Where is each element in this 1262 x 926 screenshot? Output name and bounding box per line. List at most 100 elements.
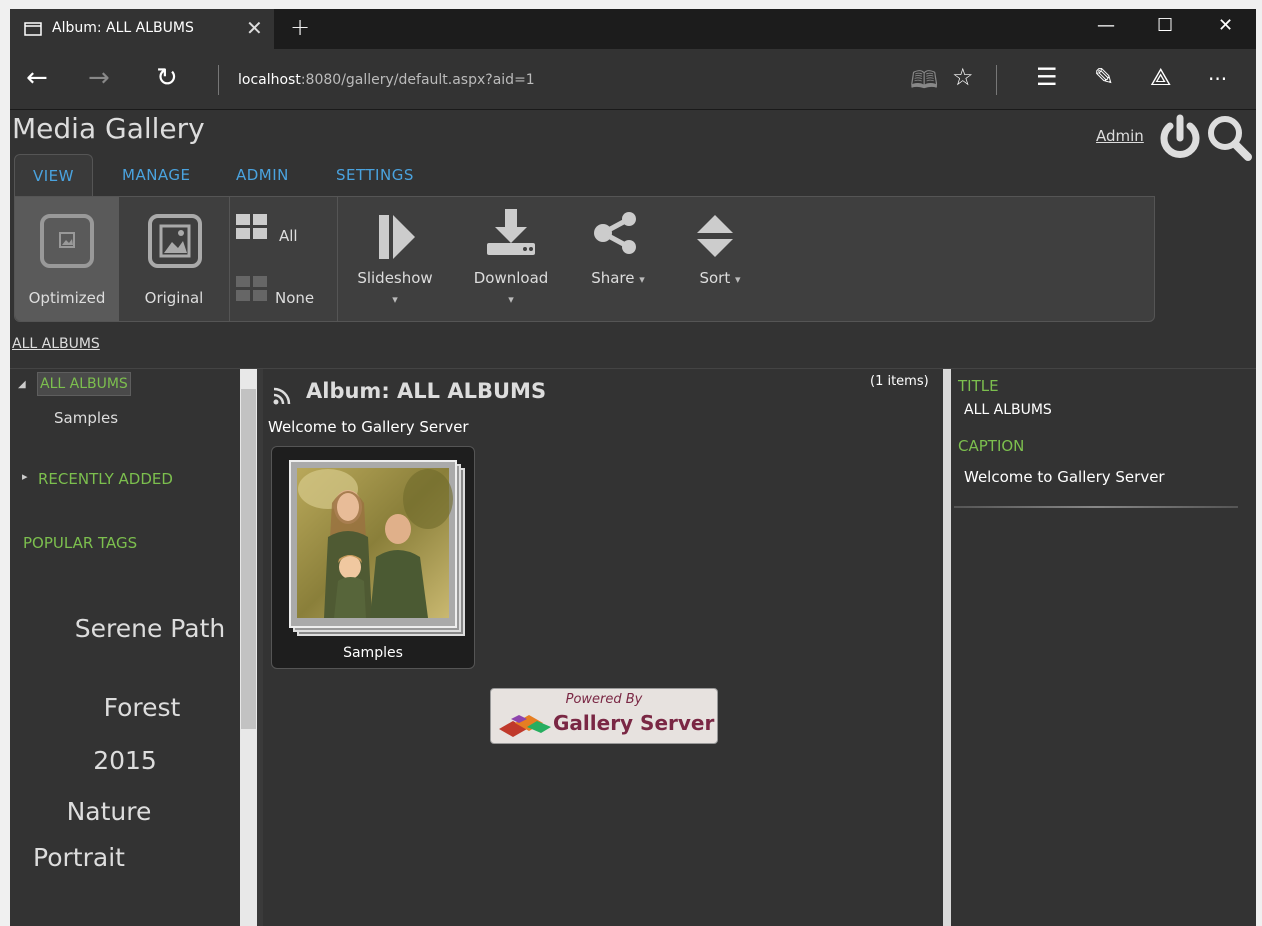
share-button[interactable]: Share ▾ xyxy=(575,197,655,321)
share-label: Share ▾ xyxy=(583,269,653,287)
slideshow-caret-icon: ▾ xyxy=(392,293,398,306)
tag-serene-path[interactable]: Serene Path xyxy=(70,611,230,647)
tag-forest[interactable]: Forest xyxy=(72,693,212,722)
powered-by-logo[interactable]: Powered By Gallery Server xyxy=(490,688,718,744)
share-icon xyxy=(594,212,636,254)
collapsed-arrow-icon[interactable]: ▸ xyxy=(22,470,28,483)
new-tab-icon[interactable]: + xyxy=(290,13,310,41)
address-separator xyxy=(218,65,219,95)
more-icon[interactable]: ··· xyxy=(1208,67,1227,91)
tab-page-icon xyxy=(24,22,42,36)
expanded-arrow-icon[interactable]: ◢ xyxy=(18,379,26,390)
close-window-icon[interactable]: ✕ xyxy=(1218,15,1233,36)
favorite-star-icon[interactable]: ☆ xyxy=(952,63,974,91)
tab-admin[interactable]: ADMIN xyxy=(218,154,307,196)
admin-link[interactable]: Admin xyxy=(1096,127,1144,145)
site-title: Media Gallery xyxy=(12,112,205,145)
sort-caret-icon: ▾ xyxy=(735,273,741,286)
album-heading: Album: ALL ALBUMS xyxy=(306,379,547,403)
tab-manage[interactable]: MANAGE xyxy=(104,154,209,196)
album-thumbnail-card[interactable]: Samples xyxy=(271,446,475,669)
navigation-bar: ← → ↻ localhost:8080/gallery/default.asp… xyxy=(10,49,1256,110)
left-scrollbar[interactable] xyxy=(240,369,257,926)
toolbar-separator xyxy=(996,65,997,95)
share-label-text: Share xyxy=(591,269,635,287)
tag-portrait[interactable]: Portrait xyxy=(14,843,144,872)
ribbon-toolbar: Optimized Original All None Slideshow ▾ … xyxy=(14,196,1155,322)
address-field[interactable]: localhost:8080/gallery/default.aspx?aid=… xyxy=(238,72,535,88)
breadcrumb-link[interactable]: ALL ALBUMS xyxy=(12,336,100,352)
caption-label: CAPTION xyxy=(958,437,1025,455)
url-path: :8080/gallery/default.aspx?aid=1 xyxy=(300,72,535,88)
original-button[interactable]: Original xyxy=(119,197,229,321)
left-scrollbar-thumb[interactable] xyxy=(241,389,256,729)
select-group: All None xyxy=(231,197,337,321)
sort-icon xyxy=(697,215,733,257)
optimized-button[interactable]: Optimized xyxy=(15,197,119,321)
select-all-label[interactable]: All xyxy=(279,227,298,245)
search-icon[interactable] xyxy=(1206,114,1254,162)
title-value: ALL ALBUMS xyxy=(964,402,1052,418)
slideshow-button[interactable]: Slideshow ▾ xyxy=(349,197,441,321)
refresh-icon[interactable]: ↻ xyxy=(156,63,178,93)
title-label: TITLE xyxy=(958,377,999,395)
hub-icon[interactable]: ☰ xyxy=(1036,63,1058,91)
album-description: Welcome to Gallery Server xyxy=(268,418,469,436)
tree-item-recently-added[interactable]: RECENTLY ADDED xyxy=(38,470,173,488)
album-tree-pane: ◢ ALL ALBUMS Samples ▸ RECENTLY ADDED PO… xyxy=(10,369,240,926)
browser-window: Album: ALL ALBUMS ✕ + — ☐ ✕ ← → ↻ localh… xyxy=(10,9,1256,926)
original-label: Original xyxy=(144,289,204,307)
caption-value: Welcome to Gallery Server xyxy=(964,468,1165,486)
powered-by-text: Powered By xyxy=(565,692,643,707)
optimized-image-icon xyxy=(40,214,94,268)
forward-icon[interactable]: → xyxy=(88,63,110,93)
download-icon xyxy=(487,209,535,255)
tab-close-icon[interactable]: ✕ xyxy=(246,16,263,40)
sort-button[interactable]: Sort ▾ xyxy=(679,197,759,321)
slideshow-label: Slideshow xyxy=(357,269,433,287)
right-splitter[interactable] xyxy=(943,369,951,926)
details-pane: TITLE ALL ALBUMS CAPTION Welcome to Gall… xyxy=(951,369,1256,926)
powered-by-brand: Gallery Server xyxy=(553,711,715,735)
tab-settings[interactable]: SETTINGS xyxy=(318,154,432,196)
tree-item-samples[interactable]: Samples xyxy=(54,409,118,427)
share-browser-icon[interactable]: ⟁ xyxy=(1150,63,1171,91)
tree-item-all-albums[interactable]: ALL ALBUMS xyxy=(37,372,131,396)
reading-view-icon[interactable]: 🕮 xyxy=(910,63,938,104)
download-caret-icon: ▾ xyxy=(508,293,514,306)
web-note-icon[interactable]: ✎ xyxy=(1094,63,1114,91)
ribbon-separator xyxy=(229,197,230,321)
page-content: Media Gallery Admin VIEW MANAGE ADMIN SE… xyxy=(10,110,1256,926)
slideshow-icon xyxy=(379,215,415,259)
rss-icon[interactable] xyxy=(273,387,291,405)
download-button[interactable]: Download ▾ xyxy=(461,197,561,321)
select-none-icon[interactable] xyxy=(235,275,269,303)
logout-power-icon[interactable] xyxy=(1158,114,1202,160)
sort-label: Sort ▾ xyxy=(685,269,755,287)
tab-title: Album: ALL ALBUMS xyxy=(52,20,194,36)
thumbnail-caption: Samples xyxy=(343,645,403,661)
sort-label-text: Sort xyxy=(699,269,731,287)
gallery-server-logo-icon xyxy=(499,715,551,737)
browser-tab[interactable]: Album: ALL ALBUMS ✕ xyxy=(10,9,274,49)
share-caret-icon: ▾ xyxy=(639,273,645,286)
album-stack-thumbnail xyxy=(289,460,465,636)
caption-divider xyxy=(954,506,1238,508)
tag-nature[interactable]: Nature xyxy=(44,797,174,826)
select-all-icon[interactable] xyxy=(235,213,269,241)
url-host: localhost xyxy=(238,72,301,88)
minimize-icon[interactable]: — xyxy=(1097,15,1115,36)
select-none-label[interactable]: None xyxy=(275,289,314,307)
maximize-icon[interactable]: ☐ xyxy=(1157,15,1173,36)
popular-tags-heading: POPULAR TAGS xyxy=(23,534,138,552)
tag-2015[interactable]: 2015 xyxy=(60,746,190,775)
title-bar: Album: ALL ALBUMS ✕ + — ☐ ✕ xyxy=(10,9,1256,49)
tab-view[interactable]: VIEW xyxy=(14,154,93,197)
ribbon-separator xyxy=(337,197,338,321)
optimized-label: Optimized xyxy=(28,289,106,307)
original-image-icon xyxy=(148,214,202,268)
back-icon[interactable]: ← xyxy=(26,63,48,93)
item-count: (1 items) xyxy=(870,374,929,389)
album-content-pane: Album: ALL ALBUMS (1 items) Welcome to G… xyxy=(263,369,943,926)
download-label: Download xyxy=(473,269,549,287)
